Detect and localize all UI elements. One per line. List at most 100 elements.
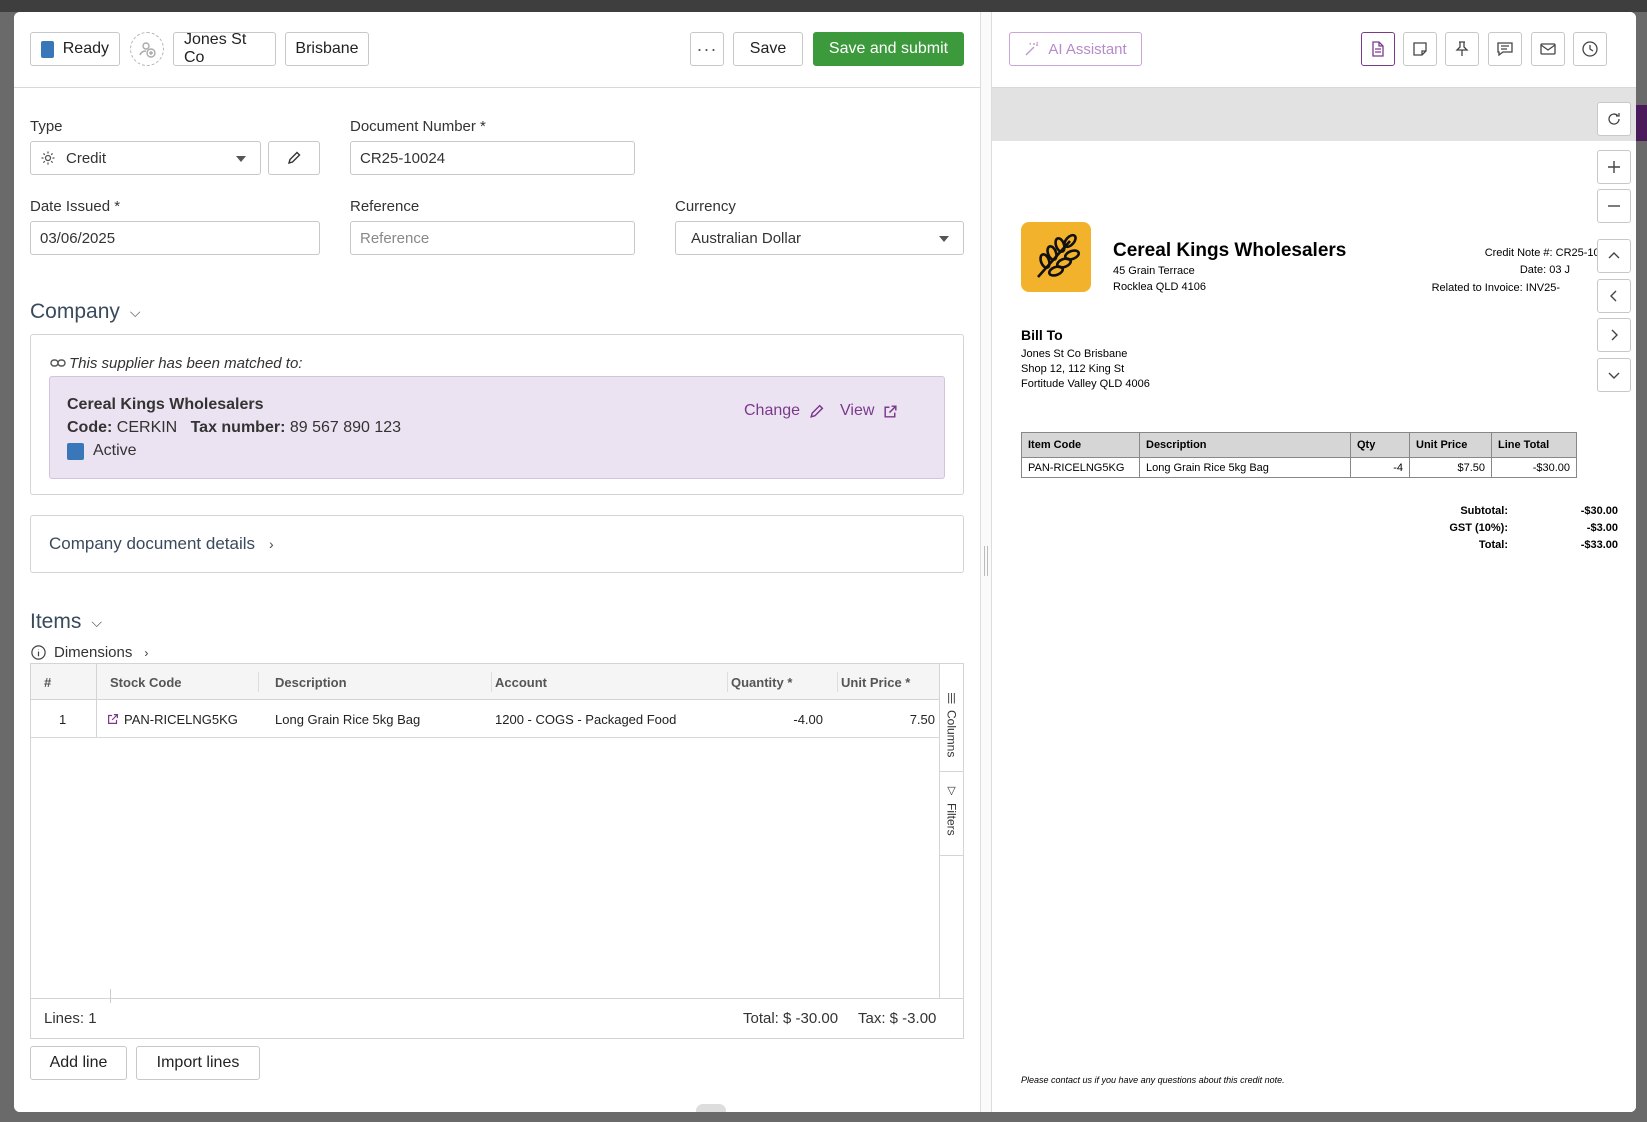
edit-type-button[interactable] (268, 141, 320, 175)
matched-text: This supplier has been matched to: (69, 354, 303, 372)
col-separator (727, 672, 728, 692)
info-icon (31, 645, 46, 660)
branch-chip[interactable]: Brisbane (285, 32, 369, 66)
comments-button[interactable] (1488, 32, 1522, 66)
chevron-left-icon (1610, 290, 1617, 302)
docnum-label: Document Number * (350, 118, 486, 135)
doc-gst-label: GST (10%): (1449, 522, 1508, 534)
external-link-icon (884, 404, 897, 418)
doc-bill-to-line: Shop 12, 112 King St (1021, 363, 1125, 375)
chevron-right-icon (1611, 329, 1618, 341)
company-section-title: Company (30, 300, 120, 323)
doc-bill-to-line: Fortitude Valley QLD 4006 (1021, 378, 1150, 390)
reference-input[interactable]: Reference (350, 221, 635, 255)
company-chip[interactable]: Jones St Co (173, 31, 276, 66)
items-section-title: Items (30, 610, 82, 633)
backdrop-edge (1635, 105, 1647, 141)
scroll-up-button[interactable] (1597, 239, 1631, 273)
matched-note: This supplier has been matched to: (49, 354, 302, 372)
reference-placeholder: Reference (360, 229, 430, 247)
import-lines-button[interactable]: Import lines (136, 1046, 260, 1080)
save-button[interactable]: Save (733, 32, 803, 66)
items-section-toggle[interactable]: Items ⌵ (30, 610, 102, 634)
type-select[interactable]: Credit (30, 141, 261, 175)
comment-icon (1497, 42, 1513, 57)
doc-table-row: PAN-RICELNG5KG Long Grain Rice 5kg Bag -… (1021, 457, 1577, 478)
company-section-toggle[interactable]: Company ⌵ (30, 300, 141, 324)
assign-user-icon[interactable] (130, 32, 164, 66)
add-line-label: Add line (49, 1054, 108, 1071)
pin-button[interactable] (1445, 32, 1479, 66)
lines-count: Lines: 1 (44, 1010, 97, 1027)
date-issued-input[interactable]: 03/06/2025 (30, 221, 320, 255)
col-stock-code[interactable]: Stock Code (110, 675, 182, 690)
currency-value: Australian Dollar (691, 229, 802, 247)
magic-wand-icon (1025, 41, 1039, 56)
form-header: Ready Jones St Co Brisbane ··· Save Save… (14, 12, 980, 88)
doc-td: PAN-RICELNG5KG (1021, 457, 1140, 478)
zoom-out-button[interactable] (1597, 189, 1631, 223)
change-company-link[interactable]: Change (744, 402, 825, 420)
clock-icon (1582, 41, 1598, 57)
columns-tab[interactable]: ||| Columns (940, 688, 963, 772)
table-row[interactable]: 1 PAN-RICELNG5KG Long Grain Rice 5kg Bag… (31, 700, 941, 738)
dimensions-toggle[interactable]: Dimensions › (30, 644, 148, 661)
col-description[interactable]: Description (275, 675, 347, 690)
code-value: CERKIN (116, 419, 178, 436)
doc-th: Qty (1350, 432, 1410, 458)
doc-company-name: Cereal Kings Wholesalers (1113, 240, 1347, 261)
history-button[interactable] (1573, 32, 1607, 66)
doc-subtotal-value: -$30.00 (1580, 505, 1618, 517)
document-modal: Ready Jones St Co Brisbane ··· Save Save… (14, 12, 1636, 1112)
preview-header: AI Assistant (992, 12, 1636, 88)
doc-date: Date: 03 J (1519, 264, 1570, 276)
chevron-right-icon: › (144, 645, 149, 660)
filters-tab[interactable]: ▽ Filters (940, 780, 963, 856)
col-account[interactable]: Account (495, 675, 547, 690)
reference-label: Reference (350, 198, 420, 215)
grid-footer: Lines: 1 Total: $ -30.00 Tax: $ -3.00 (31, 998, 963, 1038)
ai-assistant-button[interactable]: AI Assistant (1009, 32, 1142, 66)
branch-chip-label: Brisbane (295, 40, 359, 57)
status-button[interactable]: Ready (30, 32, 120, 66)
chevron-up-icon (1608, 252, 1620, 259)
chevron-down-icon (1608, 372, 1620, 379)
drag-handle-icon[interactable] (984, 546, 988, 576)
grid-total: Total: $ -30.00 (743, 1010, 839, 1027)
doc-total-label: Total: (1478, 539, 1508, 551)
refresh-button[interactable] (1597, 102, 1631, 136)
refresh-icon (1608, 113, 1620, 125)
doc-th: Unit Price (1409, 432, 1492, 458)
document-view-button[interactable] (1361, 32, 1395, 66)
currency-label: Currency (675, 198, 736, 215)
col-quantity[interactable]: Quantity * (731, 675, 792, 690)
doc-td: -$30.00 (1491, 457, 1577, 478)
row-quantity: -4.00 (793, 712, 823, 727)
add-line-button[interactable]: Add line (30, 1046, 127, 1080)
document-number-input[interactable]: CR25-10024 (350, 141, 635, 175)
next-page-button[interactable] (1597, 318, 1631, 352)
external-link-icon[interactable] (106, 712, 120, 726)
columns-tab-label: Columns (944, 710, 959, 758)
dimensions-label: Dimensions (54, 644, 133, 661)
doc-total-value: -$33.00 (1580, 539, 1618, 551)
docnum-value: CR25-10024 (360, 149, 446, 167)
col-unit-price[interactable]: Unit Price * (841, 675, 910, 690)
email-button[interactable] (1531, 32, 1565, 66)
doc-bill-to-line: Jones St Co Brisbane (1021, 348, 1128, 360)
view-company-link[interactable]: View (840, 402, 899, 420)
currency-select[interactable]: Australian Dollar (675, 221, 964, 255)
company-document-details-toggle[interactable]: Company document details › (30, 515, 964, 573)
save-and-submit-button[interactable]: Save and submit (813, 32, 964, 66)
pane-divider[interactable] (980, 12, 992, 1112)
tax-inclusive-toggle[interactable] (696, 1104, 726, 1112)
ai-assistant-label: AI Assistant (1048, 40, 1127, 58)
more-options-button[interactable]: ··· (690, 32, 724, 66)
status-indicator (67, 442, 84, 460)
previous-page-button[interactable] (1597, 279, 1631, 313)
scroll-down-button[interactable] (1597, 358, 1631, 392)
company-chip-label: Jones St Co (184, 31, 247, 66)
zoom-in-button[interactable] (1597, 150, 1631, 184)
col-num[interactable]: # (44, 675, 51, 690)
notes-button[interactable] (1403, 32, 1437, 66)
